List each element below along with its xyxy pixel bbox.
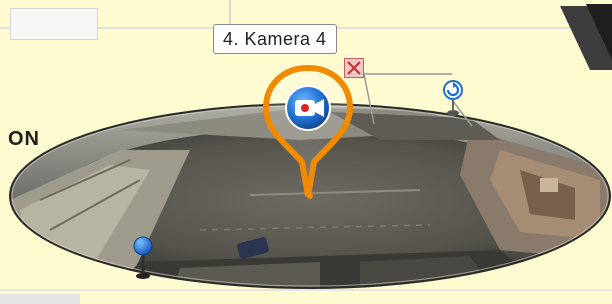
- camera-map-view: ON 4. Kamera 4: [0, 0, 612, 304]
- rotate-icon: [443, 80, 463, 116]
- camera-marker[interactable]: [262, 64, 354, 200]
- camera-marker-shape: [262, 64, 354, 197]
- rotate-handle[interactable]: [442, 80, 464, 120]
- location-pin-icon: [133, 236, 153, 279]
- camera-name-label[interactable]: 4. Kamera 4: [213, 24, 337, 54]
- location-pin[interactable]: [128, 236, 158, 280]
- video-camera-icon: [295, 99, 324, 117]
